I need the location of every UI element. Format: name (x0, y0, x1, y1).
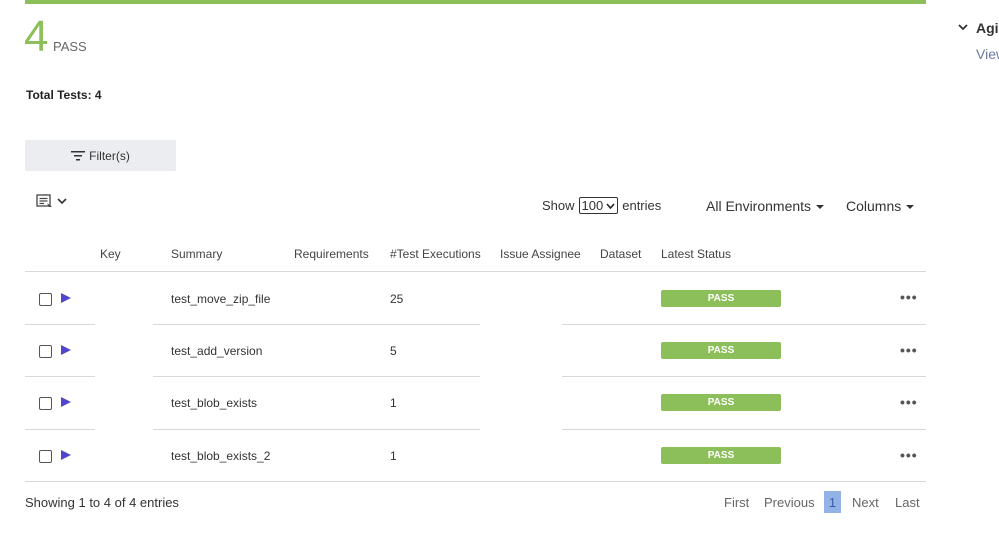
caret-down-icon (816, 205, 825, 210)
table-view-icon (36, 194, 52, 207)
test-summary-link[interactable]: test_blob_exists_2 (171, 449, 270, 463)
table-row: test_move_zip_file 25 PASS ••• (25, 272, 926, 324)
chevron-down-icon[interactable] (958, 22, 968, 32)
play-arrow-icon[interactable] (61, 450, 71, 460)
pagination-last[interactable]: Last (895, 495, 920, 510)
environments-dropdown[interactable]: All Environments (706, 198, 825, 214)
row-actions-ellipsis-icon[interactable]: ••• (900, 342, 918, 358)
row-divider (25, 376, 95, 377)
columns-label: Columns (846, 198, 902, 214)
row-checkbox[interactable] (39, 450, 52, 463)
table-bottom-divider (25, 481, 926, 482)
pass-count: 4 (24, 12, 49, 61)
status-badge: PASS (661, 342, 781, 359)
test-summary-link[interactable]: test_add_version (171, 344, 262, 358)
row-divider (153, 429, 480, 430)
column-header-issue-assignee[interactable]: Issue Assignee (500, 247, 581, 261)
column-header-test-executions[interactable]: #Test Executions (390, 247, 481, 261)
pagination-next[interactable]: Next (852, 495, 879, 510)
chevron-down-icon (606, 202, 615, 209)
entries-info: Showing 1 to 4 of 4 entries (25, 495, 179, 510)
column-header-requirements[interactable]: Requirements (294, 247, 369, 261)
play-arrow-icon[interactable] (61, 293, 71, 303)
chevron-down-icon (57, 198, 67, 205)
test-summary-link[interactable]: test_move_zip_file (171, 292, 270, 306)
test-executions-count: 5 (390, 344, 397, 358)
row-checkbox[interactable] (39, 397, 52, 410)
test-executions-count: 1 (390, 396, 397, 410)
column-header-key[interactable]: Key (100, 247, 121, 261)
pagination-page-current[interactable]: 1 (824, 491, 841, 513)
row-actions-ellipsis-icon[interactable]: ••• (900, 289, 918, 305)
row-divider (562, 324, 926, 325)
environments-label: All Environments (706, 198, 812, 214)
test-executions-count: 1 (390, 449, 397, 463)
table-row: test_blob_exists 1 PASS ••• (25, 377, 926, 429)
play-arrow-icon[interactable] (61, 397, 71, 407)
test-executions-count: 25 (390, 292, 404, 306)
columns-dropdown[interactable]: Columns (846, 198, 915, 214)
row-divider (25, 429, 95, 430)
play-arrow-icon[interactable] (61, 345, 71, 355)
row-divider (562, 429, 926, 430)
view-options-menu[interactable] (36, 193, 67, 209)
show-label: Show (542, 198, 575, 213)
row-divider (153, 376, 480, 377)
side-panel-title: Agi (976, 20, 999, 36)
row-actions-ellipsis-icon[interactable]: ••• (900, 394, 918, 410)
filter-button[interactable]: Filter(s) (25, 140, 176, 171)
column-header-dataset[interactable]: Dataset (600, 247, 641, 261)
entries-select[interactable]: 100 (578, 197, 619, 214)
row-checkbox[interactable] (39, 345, 52, 358)
column-header-latest-status[interactable]: Latest Status (661, 247, 731, 261)
status-badge: PASS (661, 290, 781, 307)
status-progress-bar (25, 0, 926, 4)
status-badge: PASS (661, 447, 781, 464)
filter-button-label: Filter(s) (89, 148, 130, 163)
row-actions-ellipsis-icon[interactable]: ••• (900, 447, 918, 463)
caret-down-icon (906, 205, 915, 210)
table-row: test_blob_exists_2 1 PASS ••• (25, 430, 926, 482)
row-divider (25, 324, 95, 325)
pagination-previous[interactable]: Previous (764, 495, 815, 510)
page-size-control: Show 100 entries (542, 197, 661, 214)
row-checkbox[interactable] (39, 293, 52, 306)
status-badge: PASS (661, 394, 781, 411)
filter-lines-icon (71, 150, 86, 160)
total-tests: Total Tests: 4 (26, 88, 102, 102)
column-header-summary[interactable]: Summary (171, 247, 222, 261)
row-divider (562, 376, 926, 377)
pagination-first[interactable]: First (724, 495, 749, 510)
entries-select-value: 100 (581, 198, 604, 213)
test-summary-link[interactable]: test_blob_exists (171, 396, 257, 410)
side-panel-link[interactable]: View (976, 46, 999, 62)
table-row: test_add_version 5 PASS ••• (25, 325, 926, 377)
entries-label: entries (622, 198, 662, 213)
row-divider (153, 324, 480, 325)
pass-label: PASS (53, 39, 87, 54)
